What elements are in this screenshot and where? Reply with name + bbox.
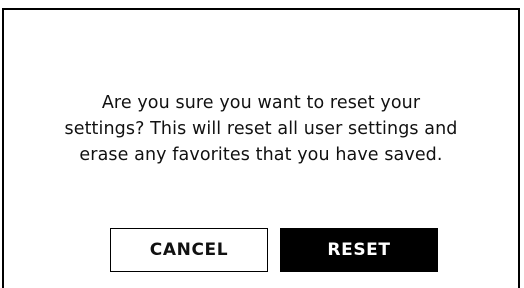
dialog-message-line-1: Are you sure you want to reset your <box>101 93 421 113</box>
dialog-message-line-3: erase any favorites that you have saved. <box>79 145 443 165</box>
dialog-message: Are you sure you want to reset your sett… <box>4 90 518 168</box>
reset-settings-dialog: Are you sure you want to reset your sett… <box>2 8 520 288</box>
reset-button[interactable]: RESET <box>280 228 438 272</box>
cancel-button[interactable]: CANCEL <box>110 228 268 272</box>
dialog-message-line-2: settings? This will reset all user setti… <box>64 119 458 139</box>
